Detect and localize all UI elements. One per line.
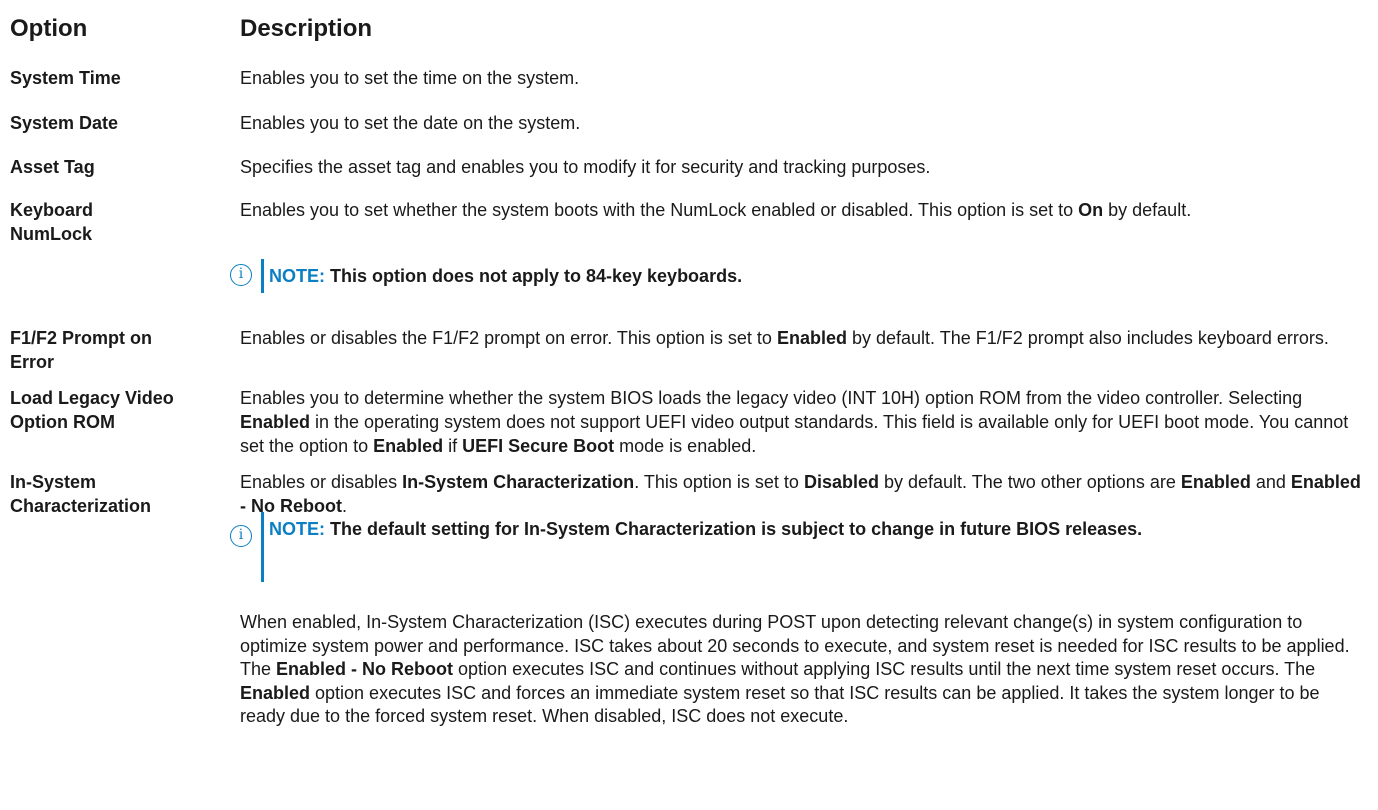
option-legacy-video-rom-line1: Load Legacy Video: [10, 388, 174, 408]
desc-text: Enables or disables the F1/F2 prompt on …: [240, 328, 777, 348]
note-divider: [261, 259, 264, 293]
note-isc: i NOTE: The default setting for In-Syste…: [230, 512, 1370, 582]
option-keyboard-numlock-line2: NumLock: [10, 224, 93, 244]
option-isc-line2: Characterization: [10, 496, 152, 516]
note-numlock-text: NOTE: This option does not apply to 84-k…: [269, 259, 1364, 293]
note-label: NOTE:: [269, 519, 325, 539]
desc-text: Enables or disables: [240, 472, 403, 492]
desc-text: by default. The two other options are: [878, 472, 1181, 492]
desc-emphasis: In-System Characterization: [402, 472, 635, 492]
option-f1f2-prompt: F1/F2 Prompt on Error: [10, 326, 210, 374]
info-circle-icon: i: [230, 525, 252, 547]
desc-text: option executes ISC and continues withou…: [453, 659, 1316, 679]
desc-text: option executes ISC and forces an immedi…: [240, 682, 1320, 727]
desc-legacy-video-rom: Enables you to determine whether the sys…: [240, 386, 1365, 458]
option-system-date: System Date: [10, 113, 119, 133]
note-isc-text: NOTE: The default setting for In-System …: [269, 512, 1364, 546]
note-divider: [261, 512, 264, 582]
desc-system-date: Enables you to set the date on the syste…: [240, 113, 581, 133]
desc-emphasis: Enabled: [776, 328, 847, 348]
option-f1f2-prompt-line1: F1/F2 Prompt on: [10, 328, 153, 348]
info-circle-icon: i: [230, 264, 252, 286]
desc-text: . This option is set to: [634, 472, 804, 492]
desc-emphasis: Enabled: [373, 436, 444, 456]
option-column-header: Option: [10, 15, 88, 42]
desc-emphasis: UEFI Secure Boot: [462, 436, 615, 456]
desc-text: by default.: [1103, 200, 1192, 220]
desc-in-system-characterization: Enables or disables In-System Characteri…: [240, 470, 1365, 518]
desc-emphasis: On: [1078, 200, 1104, 220]
option-legacy-video-rom: Load Legacy Video Option ROM: [10, 386, 210, 434]
note-numlock: i NOTE: This option does not apply to 84…: [230, 259, 1370, 293]
desc-system-time: Enables you to set the time on the syste…: [240, 68, 580, 88]
option-keyboard-numlock-line1: Keyboard: [10, 200, 94, 220]
option-in-system-characterization: In-System Characterization: [10, 470, 210, 518]
desc-f1f2-prompt: Enables or disables the F1/F2 prompt on …: [240, 326, 1365, 350]
option-legacy-video-rom-line2: Option ROM: [10, 412, 115, 432]
desc-text: mode is enabled.: [614, 436, 757, 456]
option-isc-line1: In-System: [10, 472, 97, 492]
note-body: The default setting for In-System Charac…: [325, 519, 1143, 539]
desc-text: Enables you to determine whether the sys…: [240, 388, 1303, 408]
desc-keyboard-numlock: Enables you to set whether the system bo…: [240, 198, 1365, 222]
desc-emphasis: Enabled: [240, 412, 311, 432]
option-keyboard-numlock: Keyboard NumLock: [10, 198, 210, 246]
desc-text: and: [1250, 472, 1291, 492]
isc-detail-paragraph: When enabled, In-System Characterization…: [240, 611, 1365, 729]
desc-emphasis: Enabled: [1180, 472, 1251, 492]
note-label: NOTE:: [269, 266, 325, 286]
option-f1f2-prompt-line2: Error: [10, 352, 55, 372]
desc-emphasis: Disabled: [803, 472, 879, 492]
option-asset-tag: Asset Tag: [10, 157, 95, 177]
desc-text: if: [443, 436, 463, 456]
note-body: This option does not apply to 84-key key…: [325, 266, 743, 286]
desc-text: Enables you to set whether the system bo…: [240, 200, 1079, 220]
desc-emphasis: Enabled - No Reboot: [276, 659, 454, 679]
option-system-time: System Time: [10, 68, 121, 88]
desc-text: by default. The F1/F2 prompt also includ…: [846, 328, 1329, 348]
desc-asset-tag: Specifies the asset tag and enables you …: [240, 157, 931, 177]
description-column-header: Description: [240, 15, 373, 42]
desc-emphasis: Enabled: [240, 682, 311, 703]
